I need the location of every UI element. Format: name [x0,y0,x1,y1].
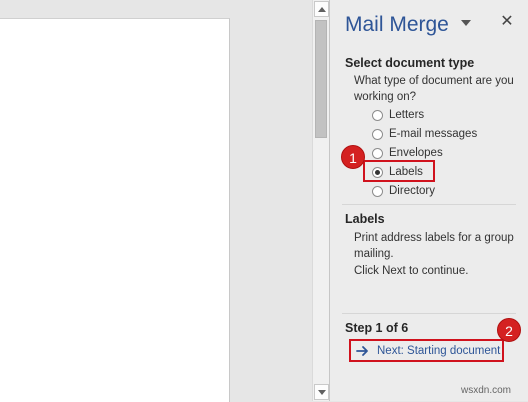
select-document-type-heading: Select document type [345,56,475,70]
document-page[interactable] [0,18,230,402]
continue-hint: Click Next to continue. [354,265,469,277]
labels-description-text: Print address labels for a group mailing… [354,232,514,260]
pane-title: Mail Merge [345,13,449,36]
scroll-down-button[interactable] [314,384,329,400]
radio-label: E-mail messages [389,128,478,140]
scroll-up-button[interactable] [314,1,329,17]
arrow-right-icon [356,345,368,356]
watermark: wsxdn.com [461,385,512,396]
next-link-label: Next: Starting document [377,344,501,357]
next-starting-document-link[interactable]: Next: Starting document [349,339,504,362]
vertical-scrollbar[interactable] [312,0,330,401]
radio-button[interactable] [372,185,383,197]
radio-option-envelopes[interactable]: Envelopes [372,145,443,161]
step-indicator: Step 1 of 6 [345,321,409,335]
radio-button[interactable] [372,147,383,159]
document-area [0,0,312,402]
annotation-badge-1: 1 [341,145,365,169]
radio-label: Envelopes [389,147,443,159]
section-divider [342,313,516,314]
chevron-down-icon [318,390,326,395]
annotation-badge-2: 2 [497,318,521,342]
scroll-thumb[interactable] [315,20,327,138]
radio-button[interactable] [372,109,383,121]
radio-option-email-messages[interactable]: E-mail messages [372,126,477,142]
section-divider [342,204,516,205]
radio-label: Directory [389,185,436,197]
document-type-question: What type of document are you working on… [354,75,514,103]
radio-button[interactable] [372,128,383,140]
radio-option-directory[interactable]: Directory [372,183,435,199]
chevron-up-icon [318,7,326,12]
close-icon[interactable]: ✕ [500,14,514,30]
radio-option-letters[interactable]: Letters [372,107,424,123]
radio-label: Letters [389,109,425,121]
labels-description-heading: Labels [345,212,385,226]
pane-options-dropdown-icon[interactable] [461,20,471,26]
annotation-highlight-labels [363,160,435,182]
